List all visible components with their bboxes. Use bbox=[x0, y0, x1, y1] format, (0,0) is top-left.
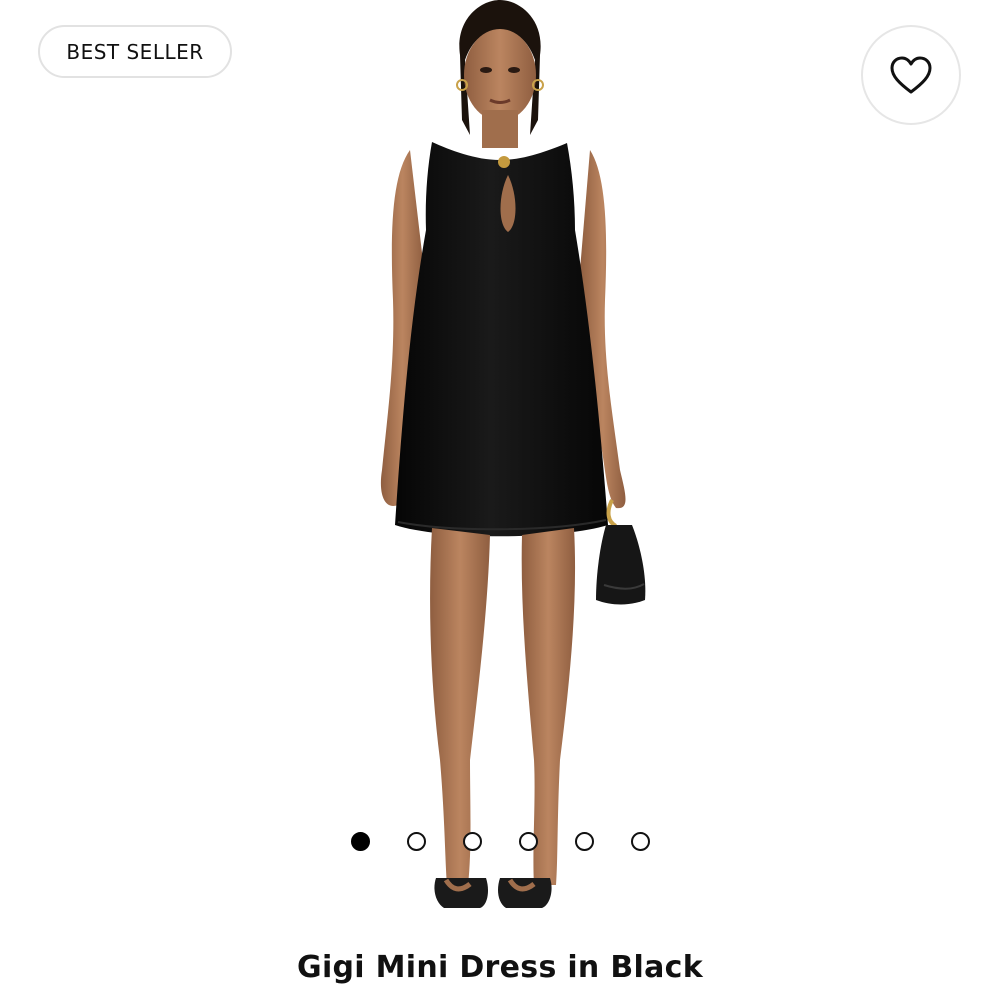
heart-outline-icon bbox=[890, 56, 932, 94]
carousel-dot-4[interactable] bbox=[519, 832, 538, 851]
favorite-button[interactable] bbox=[861, 25, 961, 125]
carousel-dot-2[interactable] bbox=[407, 832, 426, 851]
carousel-dot-5[interactable] bbox=[575, 832, 594, 851]
best-seller-badge: BEST SELLER bbox=[38, 25, 232, 78]
carousel-dot-3[interactable] bbox=[463, 832, 482, 851]
carousel-dots bbox=[0, 832, 1000, 852]
best-seller-label: BEST SELLER bbox=[66, 39, 204, 64]
carousel-dot-6[interactable] bbox=[631, 832, 650, 851]
product-image[interactable] bbox=[0, 0, 1000, 930]
product-title: Gigi Mini Dress in Black bbox=[297, 950, 703, 985]
model-wearing-dress-image bbox=[380, 0, 646, 908]
product-page: BEST SELLER Gigi Mini Dress in Black bbox=[0, 0, 1000, 1000]
carousel-dot-1[interactable] bbox=[351, 832, 370, 851]
